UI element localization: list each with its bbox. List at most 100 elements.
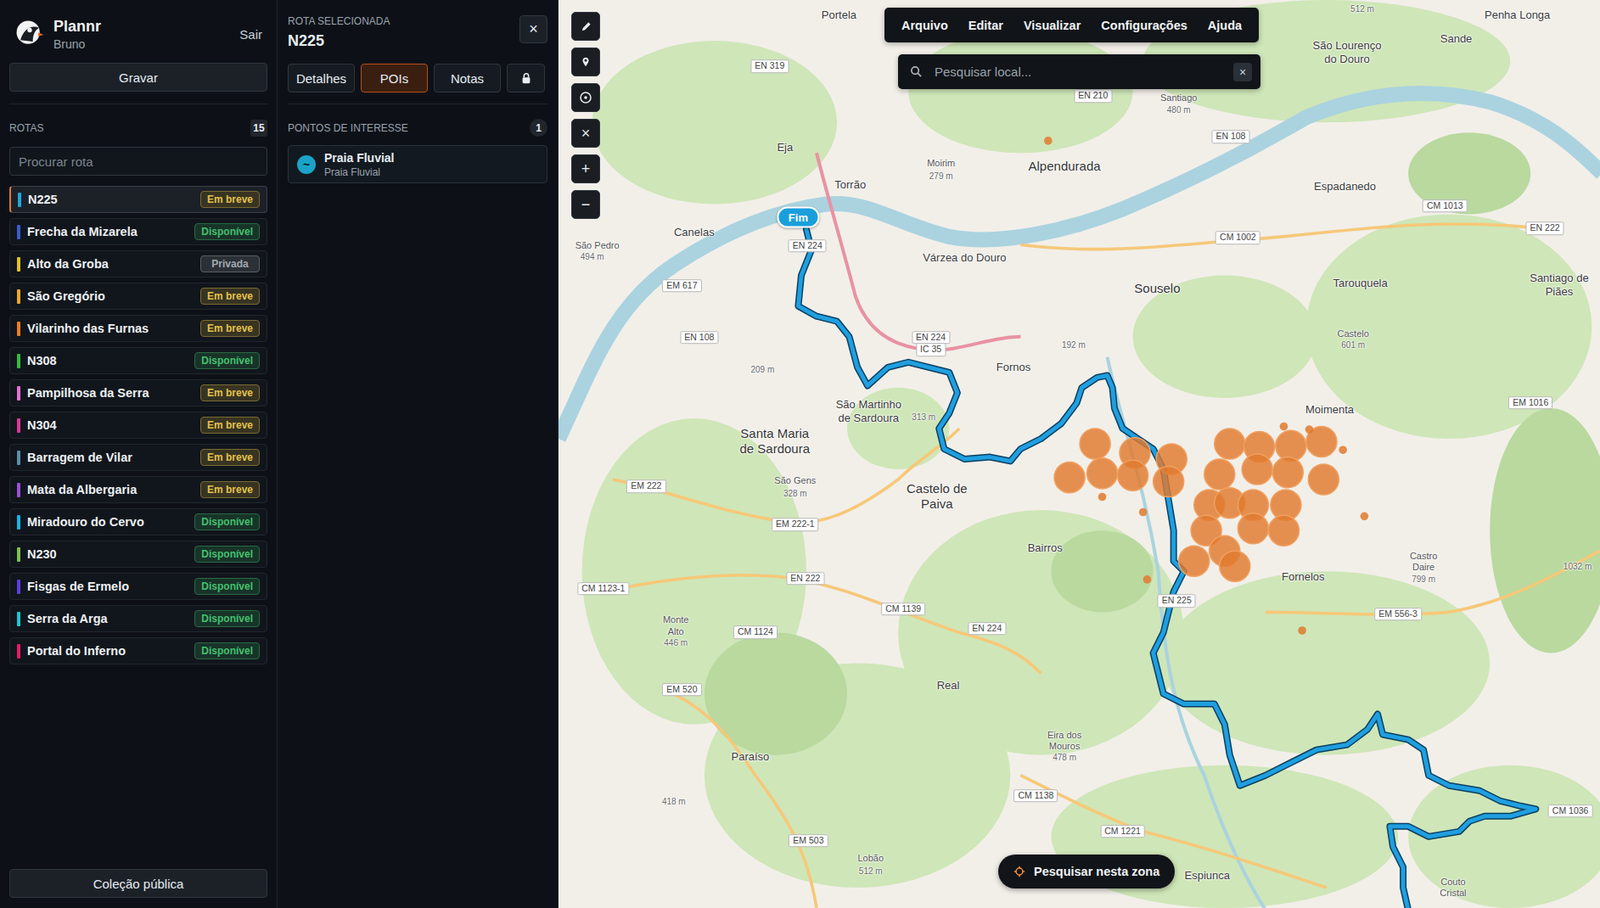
map-label: EM 503 <box>788 834 828 848</box>
map[interactable]: PortelaEN 319512 mPenha LongaSandeSão Lo… <box>558 0 1600 908</box>
poi-dot[interactable] <box>1044 136 1053 146</box>
menu-item[interactable]: Configurações <box>1092 13 1196 38</box>
route-item[interactable]: Pampilhosa da Serra Em breve <box>9 379 268 407</box>
map-label: Monte <box>662 614 690 625</box>
status-badge: Disponível <box>194 578 260 596</box>
route-item[interactable]: Serra da Arga Disponível <box>9 605 268 633</box>
user-name: Bruno <box>53 37 228 51</box>
poi-cluster[interactable] <box>1204 459 1236 490</box>
map-label: Canelas <box>673 226 715 239</box>
search-area-button[interactable]: Pesquisar nesta zona <box>998 854 1175 889</box>
map-label: de Sardoura <box>739 442 810 457</box>
menu-item[interactable]: Editar <box>960 13 1012 38</box>
status-badge: Em breve <box>200 449 260 466</box>
map-label: Daire <box>1412 561 1435 573</box>
map-label: Real <box>937 679 960 692</box>
route-color-swatch <box>17 192 22 208</box>
pin-icon <box>579 56 592 68</box>
poi-item[interactable]: ~ Praia Fluvial Praia Fluvial <box>287 145 548 184</box>
poi-dot[interactable] <box>1338 445 1348 455</box>
route-item[interactable]: Frecha da Mizarela Disponível <box>9 218 268 246</box>
draw-tool[interactable] <box>571 11 601 41</box>
poi-text: Praia Fluvial Praia Fluvial <box>324 151 394 179</box>
locate-tool[interactable] <box>571 83 601 113</box>
poi-dot[interactable] <box>1280 422 1289 432</box>
poi-cluster[interactable] <box>1219 550 1251 582</box>
map-label: São Gens <box>774 475 816 486</box>
map-search-input[interactable] <box>932 63 1224 80</box>
poi-cluster[interactable] <box>1079 428 1111 460</box>
route-name: Serra da Arga <box>27 611 188 626</box>
map-label: EN 108 <box>679 331 719 345</box>
poi-dot[interactable] <box>1143 575 1152 584</box>
route-search-input[interactable] <box>9 146 268 176</box>
map-label: EM 1016 <box>1508 396 1553 410</box>
poi-dot[interactable] <box>1098 493 1107 502</box>
map-tool-button[interactable]: × <box>571 118 601 148</box>
map-label: Lobão <box>857 853 884 864</box>
menu-item[interactable]: Visualizar <box>1015 13 1090 38</box>
route-item[interactable]: São Gregório Em breve <box>9 282 268 310</box>
map-label: 1032 m <box>1563 561 1592 572</box>
poi-cluster[interactable] <box>1241 454 1273 485</box>
map-label: EM 222-1 <box>771 517 820 532</box>
logout-button[interactable]: Sair <box>234 23 268 45</box>
map-label: Cristal <box>1439 887 1466 899</box>
route-end-marker[interactable]: Fim <box>777 207 820 229</box>
poi-cluster[interactable] <box>1268 515 1299 546</box>
route-item[interactable]: N304 Em breve <box>9 411 268 439</box>
poi-cluster[interactable] <box>1117 460 1149 491</box>
map-label: 799 m <box>1411 573 1436 584</box>
poi-cluster[interactable] <box>1214 428 1246 460</box>
route-item[interactable]: N308 Disponível <box>9 347 268 375</box>
lock-tab[interactable] <box>506 63 545 93</box>
menu-item[interactable]: Ajuda <box>1199 13 1251 38</box>
public-collection-button[interactable]: Coleção pública <box>9 869 268 899</box>
route-item[interactable]: Barragem de Vilar Em breve <box>9 443 268 472</box>
map-label: São Pedro <box>575 239 620 250</box>
brand-text: Plannr Bruno <box>53 17 228 51</box>
poi-cluster[interactable] <box>1272 457 1303 489</box>
status-badge: Em breve <box>200 384 260 402</box>
route-name: Miradouro do Cervo <box>27 515 188 529</box>
route-item[interactable]: Vilarinho das Furnas Em breve <box>9 314 268 343</box>
poi-cluster[interactable] <box>1178 545 1210 577</box>
record-button[interactable]: Gravar <box>9 62 268 92</box>
clear-search-button[interactable]: × <box>1233 62 1252 82</box>
route-item[interactable]: Alto da Groba Privada <box>9 250 268 278</box>
poi-dot[interactable] <box>1297 626 1307 635</box>
poi-dot[interactable] <box>1360 512 1370 522</box>
menu-item[interactable]: Arquivo <box>892 13 957 38</box>
poi-cluster[interactable] <box>1153 465 1185 497</box>
tab[interactable]: POIs <box>360 63 428 93</box>
poi-cluster[interactable] <box>1275 430 1307 461</box>
pencil-icon <box>579 20 593 34</box>
map-canvas[interactable] <box>558 0 1600 908</box>
poi-cluster[interactable] <box>1308 464 1339 495</box>
poi-cluster[interactable] <box>1054 462 1085 494</box>
route-item[interactable]: N225 Em breve <box>9 185 268 214</box>
close-button[interactable]: × <box>519 15 548 44</box>
map-label: 328 m <box>783 488 808 498</box>
map-label: do Douro <box>1324 53 1370 66</box>
map-label: Santa Maria <box>740 426 809 442</box>
map-label: EN 222 <box>785 572 825 586</box>
route-item[interactable]: Miradouro do Cervo Disponível <box>9 508 268 536</box>
route-item[interactable]: N230 Disponível <box>9 540 268 568</box>
tab[interactable]: Notas <box>433 63 501 93</box>
tab[interactable]: Detalhes <box>287 63 355 93</box>
route-color-swatch <box>16 386 21 401</box>
pin-tool[interactable] <box>571 47 601 77</box>
route-item[interactable]: Portal do Inferno Disponível <box>9 637 268 665</box>
map-tool-button[interactable]: − <box>571 190 601 219</box>
poi-dot[interactable] <box>1305 425 1314 434</box>
routes-title: ROTAS <box>9 122 44 135</box>
route-item[interactable]: Fisgas de Ermelo Disponível <box>9 572 268 601</box>
route-item[interactable]: Mata da Albergaria Em breve <box>9 476 268 504</box>
poi-dot[interactable] <box>1139 508 1148 517</box>
map-label: Bairros <box>1027 541 1063 554</box>
map-tool-button[interactable]: + <box>571 154 601 184</box>
route-name: N225 <box>28 192 194 207</box>
poi-cluster[interactable] <box>1087 458 1118 489</box>
poi-cluster[interactable] <box>1237 513 1269 545</box>
